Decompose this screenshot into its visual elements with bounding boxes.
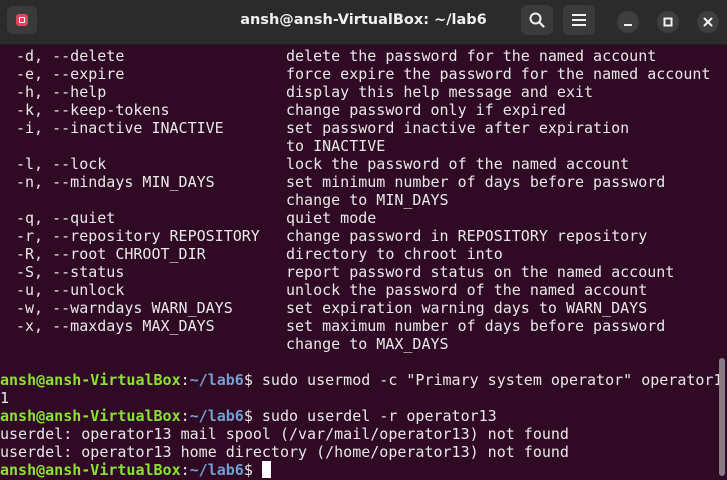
- text-cursor[interactable]: [261, 461, 271, 478]
- option-flag: -q, --quiet: [16, 209, 116, 227]
- option-flag: -d, --delete: [16, 47, 125, 65]
- maximize-button[interactable]: [657, 11, 679, 33]
- option-flag: -R, --root CHROOT_DIR: [16, 245, 206, 263]
- option-description: unlock the password of the named account: [286, 281, 648, 299]
- scrollbar-thumb[interactable]: [719, 358, 725, 476]
- prompt-line: ansh@ansh-VirtualBox:~/lab6$ sudo userde…: [0, 407, 497, 425]
- command-text: sudo usermod -c "Primary system operator…: [252, 371, 723, 389]
- option-description: set expiration warning days to WARN_DAYS: [286, 299, 648, 317]
- option-description: set password inactive after expiration: [286, 119, 630, 137]
- prompt-path: ~/lab6: [189, 371, 244, 389]
- output-line: 1: [0, 389, 10, 407]
- option-description: lock the password of the named account: [286, 155, 630, 173]
- option-description: change password only if expired: [286, 101, 566, 119]
- option-flag: -u, --unlock: [16, 281, 125, 299]
- output-line: userdel: operator13 home directory (/hom…: [0, 443, 569, 461]
- terminal-output[interactable]: -d, --delete delete the password for the …: [0, 45, 727, 480]
- option-description: force expire the password for the named …: [286, 65, 711, 83]
- option-description: change to MAX_DAYS: [286, 335, 449, 353]
- prompt-user-host: ansh@ansh-VirtualBox: [0, 407, 181, 425]
- option-flag: -h, --help: [16, 83, 107, 101]
- option-flag: -l, --lock: [16, 155, 107, 173]
- option-flag: -w, --warndays WARN_DAYS: [16, 299, 233, 317]
- prompt-separator: :: [180, 371, 190, 389]
- option-flag: -x, --maxdays MAX_DAYS: [16, 317, 215, 335]
- close-icon: [703, 17, 713, 27]
- menu-button[interactable]: [563, 5, 595, 35]
- prompt-line: ansh@ansh-VirtualBox:~/lab6$: [0, 461, 271, 479]
- option-description: report password status on the named acco…: [286, 263, 675, 281]
- prompt-sign: $: [243, 461, 253, 479]
- option-flag: -e, --expire: [16, 65, 125, 83]
- prompt-sign: $: [243, 371, 253, 389]
- new-tab-button[interactable]: [7, 6, 37, 34]
- option-flag: -i, --inactive INACTIVE: [16, 119, 224, 137]
- prompt-user-host: ansh@ansh-VirtualBox: [0, 371, 181, 389]
- terminal-window: ansh@ansh-VirtualBox: ~/lab6 -d, --delet…: [0, 0, 727, 480]
- prompt-path: ~/lab6: [189, 407, 244, 425]
- option-flag: -S, --status: [16, 263, 125, 281]
- prompt-line: ansh@ansh-VirtualBox:~/lab6$ sudo usermo…: [0, 371, 722, 389]
- prompt-user-host: ansh@ansh-VirtualBox: [0, 461, 181, 479]
- command-text: sudo userdel -r operator13: [252, 407, 497, 425]
- option-flag: -r, --repository REPOSITORY: [16, 227, 260, 245]
- terminal-new-tab-icon: [16, 14, 28, 26]
- option-description: change to MIN_DAYS: [286, 191, 449, 209]
- option-flag: -k, --keep-tokens: [16, 101, 170, 119]
- option-description: directory to chroot into: [286, 245, 503, 263]
- hamburger-menu-icon: [572, 14, 586, 26]
- minimize-button[interactable]: [617, 11, 639, 33]
- option-description: display this help message and exit: [286, 83, 594, 101]
- command-text: [253, 461, 262, 479]
- title-bar[interactable]: ansh@ansh-VirtualBox: ~/lab6: [0, 0, 727, 45]
- option-description: to INACTIVE: [286, 137, 386, 155]
- option-description: delete the password for the named accoun…: [286, 47, 657, 65]
- search-button[interactable]: [521, 5, 553, 35]
- option-description: quiet mode: [286, 209, 377, 227]
- option-description: change password in REPOSITORY repository: [286, 227, 648, 245]
- prompt-separator: :: [180, 461, 190, 479]
- option-flag: -n, --mindays MIN_DAYS: [16, 173, 215, 191]
- option-description: set maximum number of days before passwo…: [286, 317, 666, 335]
- close-button[interactable]: [697, 11, 719, 33]
- option-description: set minimum number of days before passwo…: [286, 173, 666, 191]
- prompt-path: ~/lab6: [189, 461, 244, 479]
- prompt-sign: $: [243, 407, 253, 425]
- search-icon: [529, 12, 545, 28]
- maximize-icon: [663, 17, 673, 27]
- minimize-icon: [624, 24, 632, 26]
- prompt-separator: :: [180, 407, 190, 425]
- output-line: userdel: operator13 mail spool (/var/mai…: [0, 425, 569, 443]
